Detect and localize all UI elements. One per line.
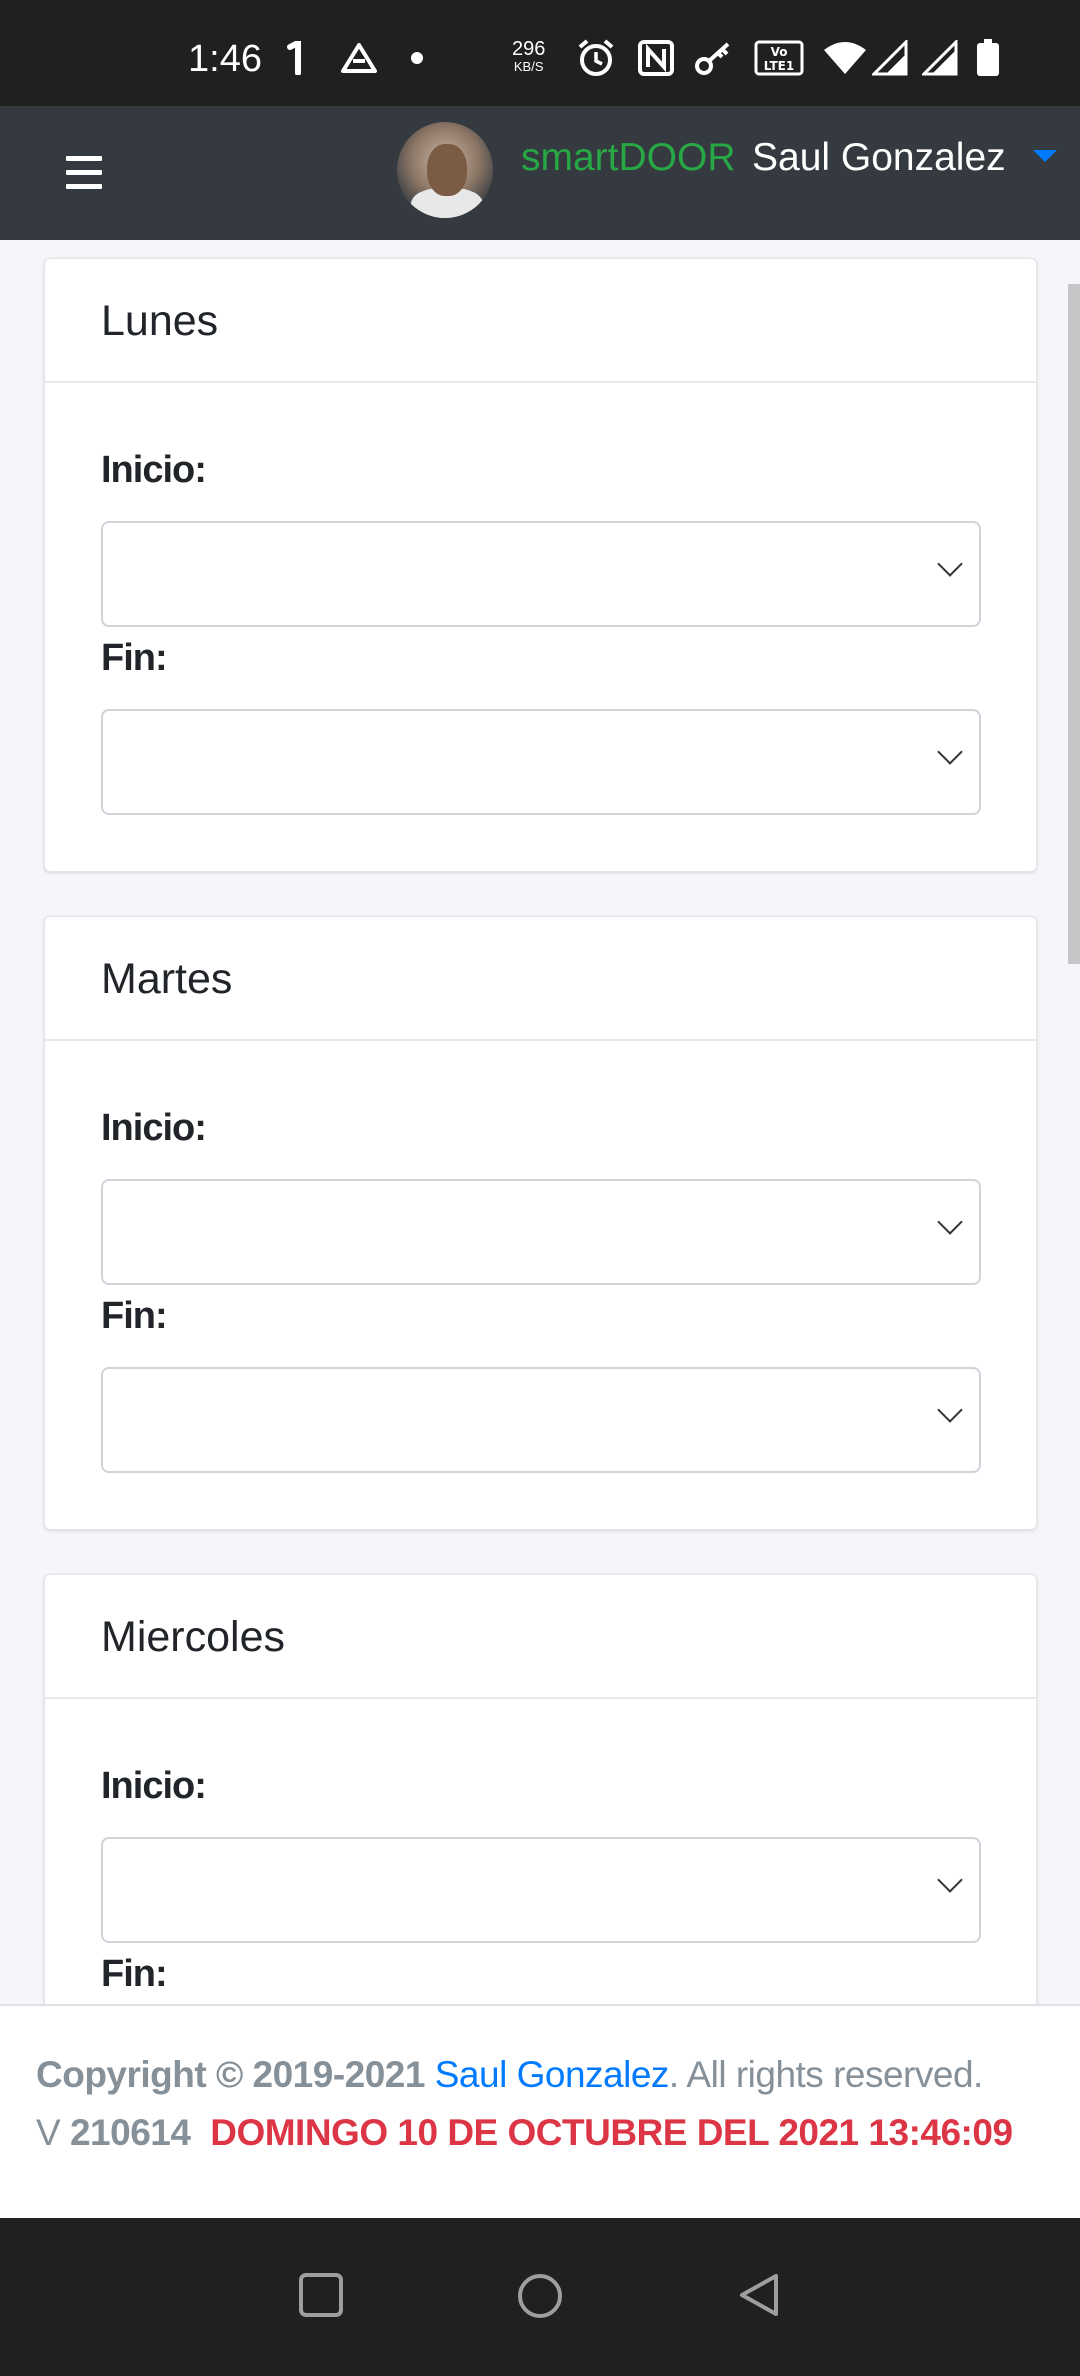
hamburger-icon[interactable]	[66, 156, 102, 190]
chevron-down-icon	[937, 1397, 963, 1423]
brand-name[interactable]: smartDOOR	[521, 136, 736, 180]
start-label: Inicio:	[101, 449, 207, 491]
wifi-icon	[822, 40, 868, 76]
key-icon	[694, 40, 734, 76]
net-speed: 296 KB/S	[512, 38, 546, 76]
start-time-select[interactable]	[101, 1179, 981, 1285]
alarm-icon	[576, 39, 616, 76]
page-footer: Copyright © 2019-2021 Saul Gonzalez. All…	[0, 2004, 1080, 2218]
end-time-select[interactable]	[101, 1367, 981, 1473]
day-title: Lunes	[101, 297, 219, 345]
status-time: 1:46	[188, 38, 262, 80]
nfc-icon	[638, 40, 674, 76]
schedule-content[interactable]: Lunes Inicio: Fin: Martes Inicio: Fin: M…	[0, 240, 1080, 2004]
chevron-down-icon	[937, 739, 963, 765]
card-header: Martes	[45, 917, 1036, 1041]
app-navbar: smartDOOR Saul Gonzalez	[0, 106, 1080, 240]
card-header: Lunes	[45, 259, 1036, 383]
version-number: 210614	[69, 2112, 191, 2153]
copyright-suffix: . All rights reserved.	[668, 2054, 983, 2095]
end-label: Fin:	[101, 1953, 168, 1995]
square-icon[interactable]	[298, 2272, 344, 2323]
notification-icon	[286, 40, 304, 76]
scrollbar[interactable]	[1068, 284, 1080, 964]
net-speed-value: 296	[512, 38, 546, 60]
dot-icon	[410, 40, 424, 76]
chevron-down-icon	[937, 1209, 963, 1235]
status-bar: 1:46 296 KB/S Vo LTE1	[0, 0, 1080, 106]
caret-down-icon[interactable]	[1033, 150, 1057, 162]
version-line: V 210614 DOMINGO 10 DE OCTUBRE DEL 2021 …	[36, 2112, 1013, 2154]
system-navigation-bar	[0, 2218, 1080, 2376]
signal-icon	[872, 40, 908, 76]
day-card-miercoles: Miercoles Inicio: Fin:	[44, 1574, 1037, 2004]
start-label: Inicio:	[101, 1765, 207, 1807]
svg-text:Vo: Vo	[771, 45, 788, 59]
user-name[interactable]: Saul Gonzalez	[752, 136, 1006, 180]
triangle-back-icon[interactable]	[736, 2272, 782, 2323]
drive-icon	[340, 40, 378, 76]
signal-icon-2	[922, 40, 958, 76]
current-datetime: DOMINGO 10 DE OCTUBRE DEL 2021 13:46:09	[210, 2112, 1013, 2153]
svg-text:LTE1: LTE1	[764, 59, 794, 73]
chevron-down-icon	[937, 1867, 963, 1893]
chevron-down-icon	[937, 551, 963, 577]
start-time-select[interactable]	[101, 1837, 981, 1943]
circle-icon[interactable]	[516, 2272, 564, 2325]
version-label: V	[36, 2112, 61, 2153]
day-card-lunes: Lunes Inicio: Fin:	[44, 258, 1037, 872]
copyright-prefix: Copyright © 2019-2021	[36, 2054, 435, 2095]
end-label: Fin:	[101, 637, 168, 679]
day-title: Miercoles	[101, 1613, 285, 1661]
copyright-line: Copyright © 2019-2021 Saul Gonzalez. All…	[36, 2054, 983, 2096]
start-label: Inicio:	[101, 1107, 207, 1149]
battery-icon	[976, 39, 1000, 76]
avatar[interactable]	[397, 122, 493, 218]
start-time-select[interactable]	[101, 521, 981, 627]
author-link[interactable]: Saul Gonzalez	[435, 2054, 670, 2095]
net-speed-unit: KB/S	[513, 59, 544, 74]
volte-icon: Vo LTE1	[754, 40, 804, 76]
day-title: Martes	[101, 955, 233, 1003]
end-label: Fin:	[101, 1295, 168, 1337]
end-time-select[interactable]	[101, 709, 981, 815]
day-card-martes: Martes Inicio: Fin:	[44, 916, 1037, 1530]
card-header: Miercoles	[45, 1575, 1036, 1699]
